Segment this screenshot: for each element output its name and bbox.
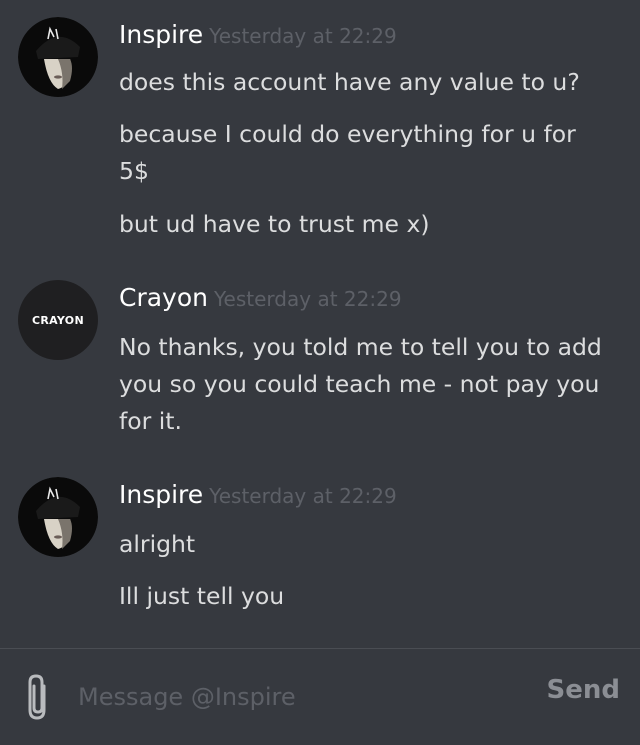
- dm-screen: Inspire Yesterday at 22:29 does this acco…: [0, 0, 640, 745]
- inspire-avatar-icon: [18, 17, 98, 97]
- message-timestamp: Yesterday at 22:29: [209, 484, 397, 508]
- message-text: because I could do everything for u for …: [119, 120, 576, 185]
- author-name[interactable]: Inspire: [119, 20, 203, 49]
- message-timestamp: Yesterday at 22:29: [209, 24, 397, 48]
- message-text: alright: [119, 530, 196, 558]
- author-name[interactable]: Crayon: [119, 283, 208, 312]
- avatar-inspire[interactable]: [18, 17, 98, 97]
- inspire-avatar-icon: [18, 477, 98, 557]
- avatar-crayon[interactable]: CRAYON: [18, 280, 98, 360]
- message-input[interactable]: [78, 677, 518, 717]
- paperclip-icon[interactable]: [24, 672, 54, 722]
- send-button[interactable]: Send: [547, 675, 620, 705]
- message-list: Inspire Yesterday at 22:29 does this acco…: [0, 0, 640, 648]
- message-composer: Send: [0, 649, 640, 745]
- author-name[interactable]: Inspire: [119, 480, 203, 509]
- message-text: Ill just tell you: [119, 582, 285, 610]
- crayon-logo-text: CRAYON: [32, 313, 84, 327]
- message-timestamp: Yesterday at 22:29: [214, 287, 402, 311]
- message-text: does this account have any value to u?: [119, 68, 580, 96]
- message-header: Crayon Yesterday at 22:29: [119, 283, 402, 312]
- message-header: Inspire Yesterday at 22:29: [119, 20, 397, 49]
- message-header: Inspire Yesterday at 22:29: [119, 480, 397, 509]
- message-text: but ud have to trust me x): [119, 210, 430, 238]
- avatar-inspire[interactable]: [18, 477, 98, 557]
- message-text: No thanks, you told me to tell you to ad…: [119, 333, 602, 435]
